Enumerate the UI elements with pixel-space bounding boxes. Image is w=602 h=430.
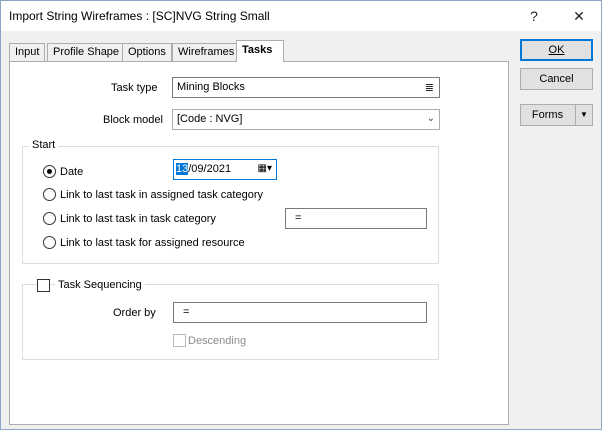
task-category-value: = [295, 212, 302, 224]
date-day-selected: 13 [176, 163, 189, 175]
tasks-panel: Task type Mining Blocks ≣ Block model [C… [9, 61, 509, 425]
cancel-button-label: Cancel [539, 73, 574, 85]
task-type-value: Mining Blocks [177, 81, 245, 93]
order-by-input[interactable]: = [173, 302, 427, 323]
tab-wireframes[interactable]: Wireframes [172, 43, 241, 61]
date-rest: /09/2021 [188, 163, 232, 175]
order-by-value: = [183, 306, 190, 318]
link-assigned-resource-radio[interactable] [43, 236, 56, 249]
start-group: Start Date 13/09/2021 ▦▾ Link to last ta… [22, 139, 439, 264]
link-assigned-resource-label: Link to last task for assigned resource [60, 237, 245, 249]
date-picker[interactable]: 13/09/2021 ▦▾ [173, 159, 277, 180]
calendar-icon[interactable]: ▦▾ [258, 163, 272, 174]
link-assigned-category-label: Link to last task in assigned task categ… [60, 189, 263, 201]
close-button[interactable]: ✕ [566, 5, 592, 27]
block-model-dropdown[interactable]: [Code : NVG] ⌄ [172, 109, 440, 130]
task-sequencing-group: Task Sequencing Order by = Descending [22, 279, 439, 360]
descending-label: Descending [188, 335, 247, 347]
date-label: Date [60, 166, 84, 178]
task-type-input[interactable]: Mining Blocks ≣ [172, 77, 440, 98]
forms-button[interactable]: Forms ▼ [520, 104, 593, 126]
link-task-category-label: Link to last task in task category [60, 213, 216, 225]
start-group-title: Start [29, 139, 59, 151]
link-assigned-category-radio[interactable] [43, 188, 56, 201]
cancel-button[interactable]: Cancel [520, 68, 593, 90]
block-model-value: [Code : NVG] [177, 113, 243, 125]
task-sequencing-label: Task Sequencing [55, 279, 145, 291]
descending-checkbox[interactable] [173, 334, 186, 347]
block-model-label: Block model [103, 114, 163, 126]
order-by-label: Order by [113, 307, 156, 319]
tab-tasks[interactable]: Tasks [236, 40, 284, 62]
ok-button[interactable]: OK [520, 39, 593, 61]
task-category-input[interactable]: = [285, 208, 427, 229]
help-button[interactable]: ? [521, 5, 547, 27]
link-task-category-radio[interactable] [43, 212, 56, 225]
window-title: Import String Wireframes : [SC]NVG Strin… [9, 9, 270, 23]
task-sequencing-checkbox[interactable] [37, 279, 50, 292]
forms-button-label: Forms [531, 109, 564, 121]
tab-profile-shape[interactable]: Profile Shape [47, 43, 126, 61]
ok-button-label: OK [548, 44, 565, 56]
browse-icon[interactable]: ≣ [425, 81, 434, 94]
tab-options[interactable]: Options [122, 43, 172, 61]
forms-dropdown-arrow-icon[interactable]: ▼ [575, 105, 592, 125]
title-bar: Import String Wireframes : [SC]NVG Strin… [1, 1, 601, 31]
task-type-label: Task type [111, 82, 158, 94]
tab-input[interactable]: Input [9, 43, 46, 61]
date-radio[interactable] [43, 165, 56, 178]
dialog-window: Import String Wireframes : [SC]NVG Strin… [0, 0, 602, 430]
chevron-down-icon: ⌄ [426, 113, 435, 124]
